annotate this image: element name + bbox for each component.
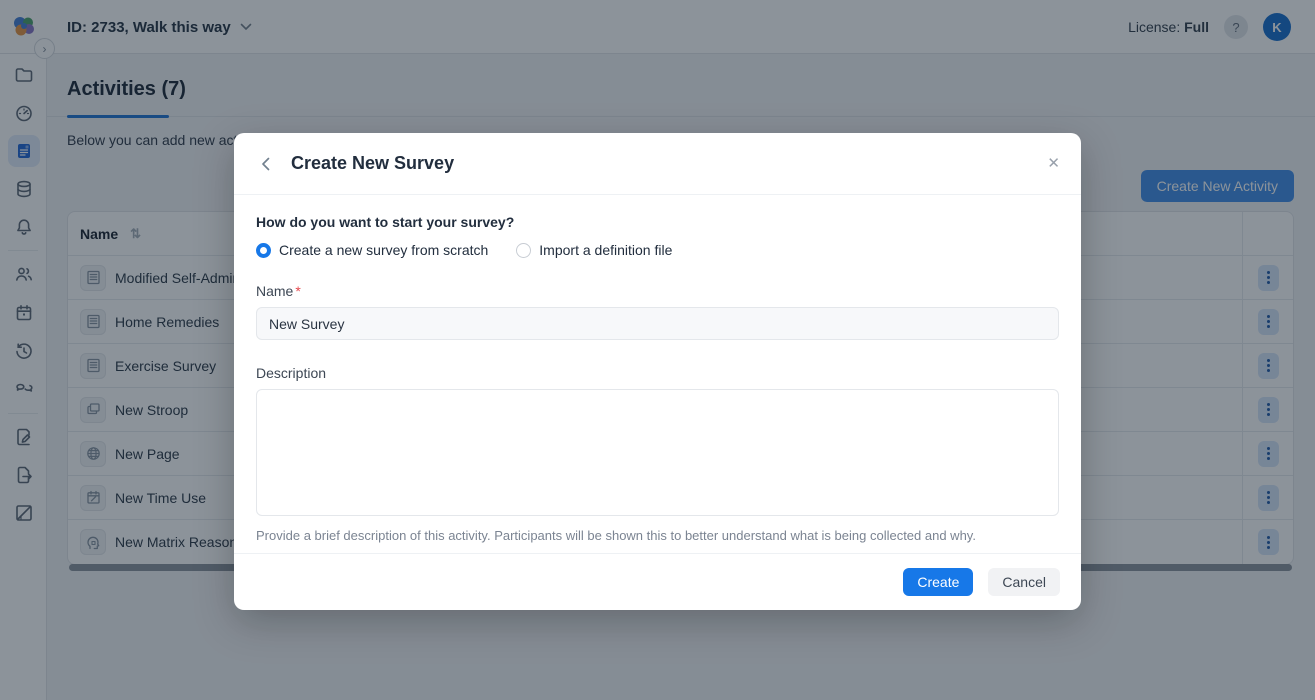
description-field-label: Description: [256, 365, 1059, 381]
survey-start-question: How do you want to start your survey?: [256, 214, 1059, 230]
radio-create-from-scratch[interactable]: Create a new survey from scratch: [256, 242, 488, 258]
back-button[interactable]: [255, 154, 275, 174]
description-helper-text: Provide a brief description of this acti…: [256, 528, 1059, 543]
radio-unselected-icon: [516, 243, 531, 258]
create-button[interactable]: Create: [903, 568, 973, 596]
modal-body: How do you want to start your survey? Cr…: [234, 195, 1081, 543]
close-icon[interactable]: ✕: [1047, 156, 1060, 171]
required-asterisk: *: [295, 283, 300, 299]
modal-title: Create New Survey: [291, 153, 454, 174]
chevron-left-icon: [261, 157, 270, 171]
cancel-button[interactable]: Cancel: [988, 568, 1060, 596]
radio-selected-icon: [256, 243, 271, 258]
survey-name-input[interactable]: [256, 307, 1059, 340]
modal-footer: Create Cancel: [234, 553, 1081, 610]
radio-import-definition-file[interactable]: Import a definition file: [516, 242, 672, 258]
name-field-label: Name*: [256, 283, 1059, 299]
survey-start-options: Create a new survey from scratch Import …: [256, 242, 1059, 258]
survey-description-textarea[interactable]: [256, 389, 1059, 516]
modal-header: Create New Survey ✕: [234, 133, 1081, 195]
create-survey-modal: Create New Survey ✕ How do you want to s…: [234, 133, 1081, 610]
